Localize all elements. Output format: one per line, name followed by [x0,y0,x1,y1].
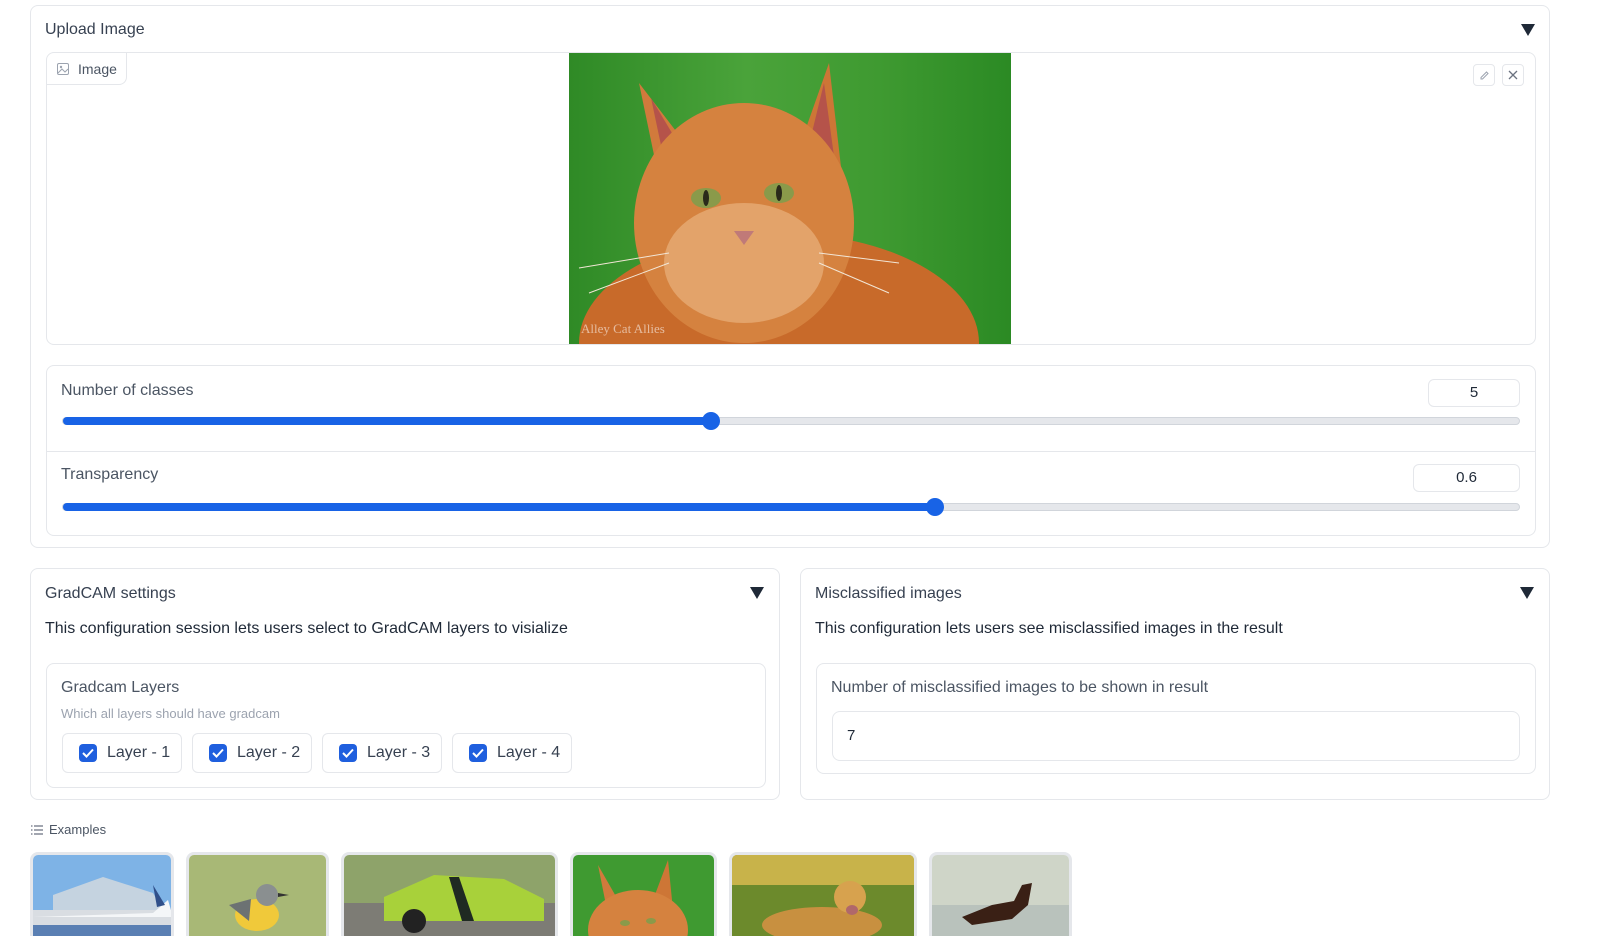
dog-thumbnail [732,855,914,936]
layer-1-checkbox[interactable]: Layer - 1 [62,733,182,773]
transparency-fill [63,503,936,511]
airplane-thumbnail [33,855,171,936]
misclassified-count-label: Number of misclassified images to be sho… [831,679,1209,696]
transparency-thumb[interactable] [926,498,945,516]
gradcam-layers-group: Gradcam Layers Which all layers should h… [46,663,766,788]
pencil-icon [1480,70,1489,79]
uploaded-image: Alley Cat Allies [569,53,1011,344]
checkbox-checked-icon [469,744,487,762]
num-classes-label: Number of classes [61,382,194,399]
misclassified-panel-title: Misclassified images [815,585,962,602]
checkbox-checked-icon [339,744,357,762]
example-car[interactable] [341,852,558,936]
horse-thumbnail [932,855,1069,936]
transparency-track[interactable] [62,498,1520,516]
num-classes-input[interactable]: 5 [1428,379,1520,407]
image-icon [57,62,69,75]
image-label-text: Image [78,60,117,77]
collapse-caret-icon[interactable] [750,587,764,599]
transparency-input[interactable]: 0.6 [1413,464,1520,492]
gradcam-description: This configuration session lets users se… [45,620,568,637]
checkbox-checked-icon [209,744,227,762]
example-airplane[interactable] [30,852,174,936]
layer-3-label: Layer - 3 [367,744,431,761]
layer-2-label: Layer - 2 [237,744,301,761]
cat-photo [578,63,979,344]
upload-panel-title: Upload Image [45,21,145,38]
image-upload-area[interactable]: Image Alley Cat Allies [46,52,1536,345]
gradcam-layers-label: Gradcam Layers [61,679,180,696]
misclassified-description: This configuration lets users see miscla… [815,620,1283,637]
example-dog[interactable] [729,852,917,936]
layer-1-label: Layer - 1 [107,744,171,761]
collapse-caret-icon[interactable] [1521,24,1535,36]
layer-3-checkbox[interactable]: Layer - 3 [322,733,442,773]
gradcam-panel-title: GradCAM settings [45,585,176,602]
gradcam-layers-info: Which all layers should have gradcam [61,706,280,721]
transparency-label: Transparency [61,466,159,483]
checkbox-checked-icon [79,744,97,762]
misclassified-count-input[interactable]: 7 [832,711,1520,761]
car-thumbnail [344,855,555,936]
bird-thumbnail [189,855,326,936]
num-classes-track[interactable] [62,412,1520,430]
misclassified-count-block: Number of misclassified images to be sho… [816,663,1536,774]
num-classes-fill [63,417,711,425]
sliders-block: Number of classes 5 Transparency 0.6 [46,365,1536,536]
close-icon [1508,70,1518,80]
misclassified-panel: Misclassified images This configuration … [800,568,1550,800]
layer-4-label: Layer - 4 [497,744,561,761]
slider-num-classes: Number of classes 5 [47,366,1535,452]
examples-label: Examples [49,822,107,837]
slider-transparency: Transparency 0.6 [47,451,1535,536]
cat-thumbnail [573,855,714,936]
image-watermark: Alley Cat Allies [581,321,665,336]
edit-button[interactable] [1473,64,1495,86]
gradcam-panel: GradCAM settings This configuration sess… [30,568,780,800]
example-cat[interactable] [570,852,717,936]
clear-button[interactable] [1502,64,1524,86]
num-classes-thumb[interactable] [701,412,720,430]
collapse-caret-icon[interactable] [1520,587,1534,599]
example-horse[interactable] [929,852,1072,936]
examples-header: Examples [31,822,106,837]
upload-panel: Upload Image Image Alley Cat Allies Numb… [30,5,1550,548]
list-icon [31,824,43,835]
example-bird[interactable] [186,852,329,936]
layer-4-checkbox[interactable]: Layer - 4 [452,733,572,773]
layer-2-checkbox[interactable]: Layer - 2 [192,733,312,773]
image-label-badge: Image [47,53,127,85]
